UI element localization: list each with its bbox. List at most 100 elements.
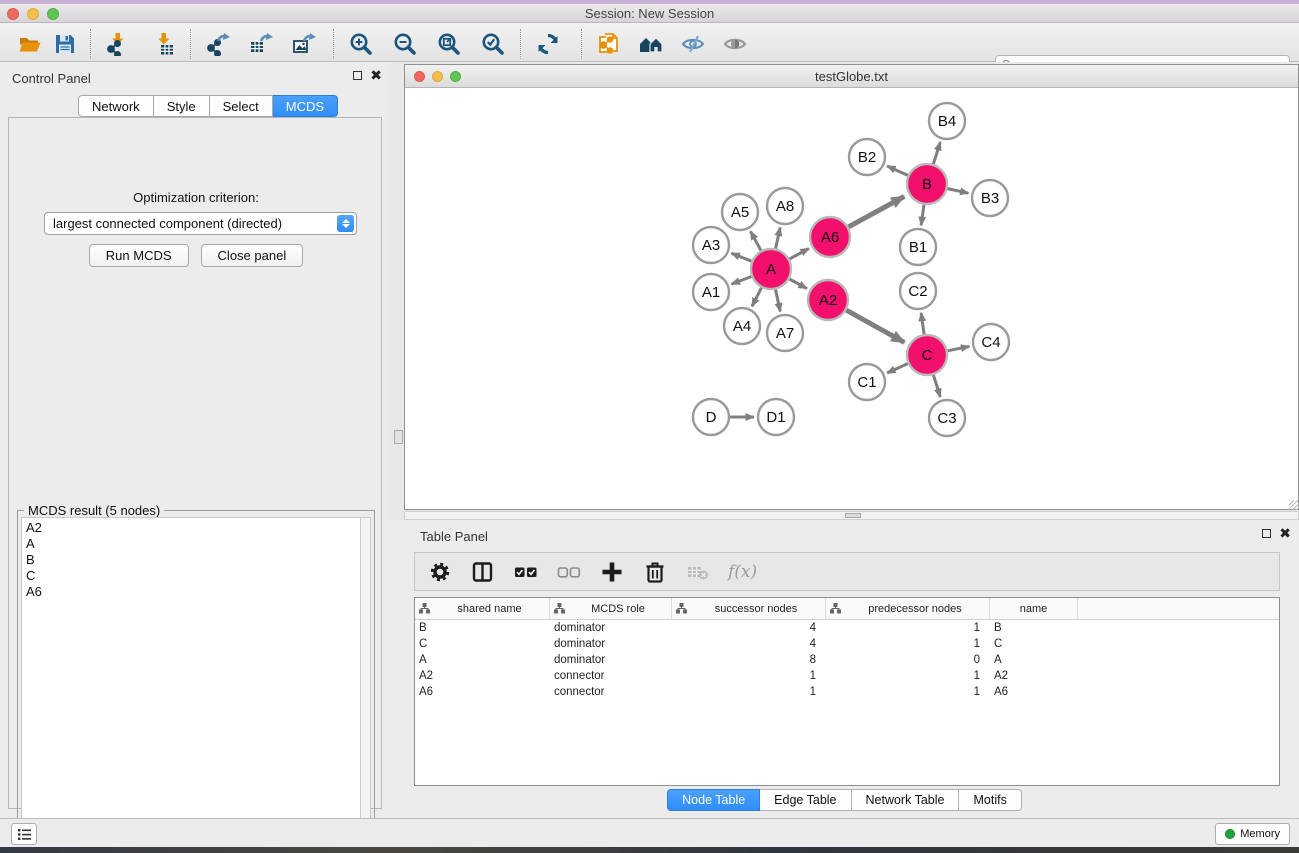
- table-cell: 1: [826, 638, 990, 650]
- network-window-titlebar[interactable]: testGlobe.txt: [405, 65, 1298, 88]
- tab-motifs[interactable]: Motifs: [959, 789, 1021, 811]
- table-row[interactable]: Bdominator41B: [415, 620, 1279, 636]
- import-network-icon[interactable]: [104, 30, 132, 58]
- zoom-in-icon[interactable]: [347, 30, 375, 58]
- table-row[interactable]: Cdominator41C: [415, 636, 1279, 652]
- table-cell: A2: [415, 670, 550, 682]
- table-row[interactable]: Adominator80A: [415, 652, 1279, 668]
- result-item[interactable]: A2: [26, 520, 360, 536]
- mcds-result-list[interactable]: A2ABCA6: [21, 517, 360, 851]
- tab-style[interactable]: Style: [154, 95, 210, 117]
- column-header-shared-name[interactable]: shared name: [415, 598, 550, 619]
- zoom-fit-icon[interactable]: [435, 30, 463, 58]
- graph-node-A6[interactable]: A6: [810, 217, 850, 257]
- hide-eye-icon[interactable]: [679, 30, 707, 58]
- task-history-button[interactable]: [11, 823, 37, 845]
- columns-icon[interactable]: [470, 559, 496, 585]
- graph-node-B2[interactable]: B2: [849, 139, 885, 175]
- graph-node-D[interactable]: D: [693, 399, 729, 435]
- zoom-selected-icon[interactable]: [479, 30, 507, 58]
- run-mcds-button[interactable]: Run MCDS: [89, 244, 189, 267]
- column-header-name[interactable]: name: [990, 598, 1078, 619]
- svg-text:B4: B4: [938, 113, 956, 130]
- table-cell: 8: [672, 654, 826, 666]
- table-cell: 0: [826, 654, 990, 666]
- graph-node-A7[interactable]: A7: [767, 315, 803, 351]
- check-pair-icon[interactable]: [513, 559, 539, 585]
- graph-node-A4[interactable]: A4: [724, 308, 760, 344]
- tab-node-table[interactable]: Node Table: [667, 789, 760, 811]
- graph-node-A2[interactable]: A2: [808, 280, 848, 320]
- graph-node-B4[interactable]: B4: [929, 103, 965, 139]
- result-list-scrollbar[interactable]: [360, 517, 371, 851]
- export-network-icon[interactable]: [204, 30, 232, 58]
- result-item[interactable]: A: [26, 536, 360, 552]
- control-panel-tabs: NetworkStyleSelectMCDS: [78, 95, 338, 117]
- graph-node-B3[interactable]: B3: [972, 180, 1008, 216]
- desktop-vertical-scrollbar[interactable]: [394, 430, 403, 444]
- desktop-horizontal-scrollbar[interactable]: [404, 511, 1299, 520]
- export-image-icon[interactable]: [290, 30, 318, 58]
- add-icon[interactable]: [599, 559, 625, 585]
- close-table-panel-icon[interactable]: ✖: [1279, 528, 1291, 538]
- graph-node-D1[interactable]: D1: [758, 399, 794, 435]
- tab-mcds[interactable]: MCDS: [273, 95, 338, 117]
- result-item[interactable]: A6: [26, 584, 360, 600]
- tab-select[interactable]: Select: [210, 95, 273, 117]
- close-panel-icon[interactable]: ✖: [370, 70, 382, 80]
- graph-node-C[interactable]: C: [907, 335, 947, 375]
- delete-table-icon[interactable]: [685, 559, 711, 585]
- duplicate-network-icon[interactable]: [595, 30, 623, 58]
- criterion-dropdown[interactable]: largest connected component (directed): [44, 212, 357, 235]
- home-icon[interactable]: [637, 30, 665, 58]
- open-file-icon[interactable]: [16, 30, 44, 58]
- graph-node-C1[interactable]: C1: [849, 364, 885, 400]
- graph-node-A[interactable]: A: [751, 249, 791, 289]
- tab-network[interactable]: Network: [78, 95, 154, 117]
- uncheck-pair-icon[interactable]: [556, 559, 582, 585]
- float-panel-icon[interactable]: [353, 71, 362, 80]
- float-table-panel-icon[interactable]: [1262, 529, 1271, 538]
- function-builder-icon[interactable]: f(x): [728, 562, 757, 582]
- table-row[interactable]: A2connector11A2: [415, 668, 1279, 684]
- zoom-out-icon[interactable]: [391, 30, 419, 58]
- result-item[interactable]: C: [26, 568, 360, 584]
- svg-text:A: A: [766, 261, 776, 278]
- svg-text:C2: C2: [908, 283, 927, 300]
- network-canvas[interactable]: A A1 A2 A3 A4 A5 A6 A7 A8 B B1 B2 B3 B4 …: [405, 88, 1298, 509]
- column-header-successor-nodes[interactable]: successor nodes: [672, 598, 826, 619]
- table-row[interactable]: A6connector11A6: [415, 684, 1279, 700]
- export-table-icon[interactable]: [247, 30, 275, 58]
- memory-button[interactable]: Memory: [1215, 823, 1290, 845]
- tab-edge-table[interactable]: Edge Table: [760, 789, 851, 811]
- show-eye-icon[interactable]: [721, 30, 749, 58]
- column-header-predecessor-nodes[interactable]: predecessor nodes: [826, 598, 990, 619]
- network-window[interactable]: testGlobe.txt A A1 A2 A3 A4 A5 A6 A7 A8 …: [404, 64, 1299, 510]
- graph-node-C2[interactable]: C2: [900, 273, 936, 309]
- resize-grip[interactable]: [1289, 500, 1299, 510]
- edge-C-C2: [921, 313, 924, 334]
- graph-node-A1[interactable]: A1: [693, 274, 729, 310]
- graph-node-C3[interactable]: C3: [929, 400, 965, 436]
- graph-node-A5[interactable]: A5: [722, 194, 758, 230]
- svg-text:D1: D1: [766, 409, 785, 426]
- graph-node-A8[interactable]: A8: [767, 188, 803, 224]
- graph-node-A3[interactable]: A3: [693, 227, 729, 263]
- graph-node-C4[interactable]: C4: [973, 324, 1009, 360]
- table-cell: A6: [415, 686, 550, 698]
- refresh-icon[interactable]: [534, 30, 562, 58]
- graph-node-B[interactable]: B: [907, 164, 947, 204]
- tab-network-table[interactable]: Network Table: [852, 789, 960, 811]
- close-panel-button[interactable]: Close panel: [201, 244, 304, 267]
- result-item[interactable]: B: [26, 552, 360, 568]
- import-table-icon[interactable]: [150, 30, 178, 58]
- table-cell: 1: [826, 622, 990, 634]
- column-header-MCDS-role[interactable]: MCDS role: [550, 598, 672, 619]
- window-titlebar[interactable]: Session: New Session: [0, 4, 1299, 23]
- graph-node-B1[interactable]: B1: [900, 229, 936, 265]
- gear-icon[interactable]: [427, 559, 453, 585]
- node-table[interactable]: shared nameMCDS rolesuccessor nodesprede…: [414, 597, 1280, 786]
- trash-icon[interactable]: [642, 559, 668, 585]
- save-session-icon[interactable]: [51, 30, 79, 58]
- h-scrollbar-handle[interactable]: [845, 513, 861, 518]
